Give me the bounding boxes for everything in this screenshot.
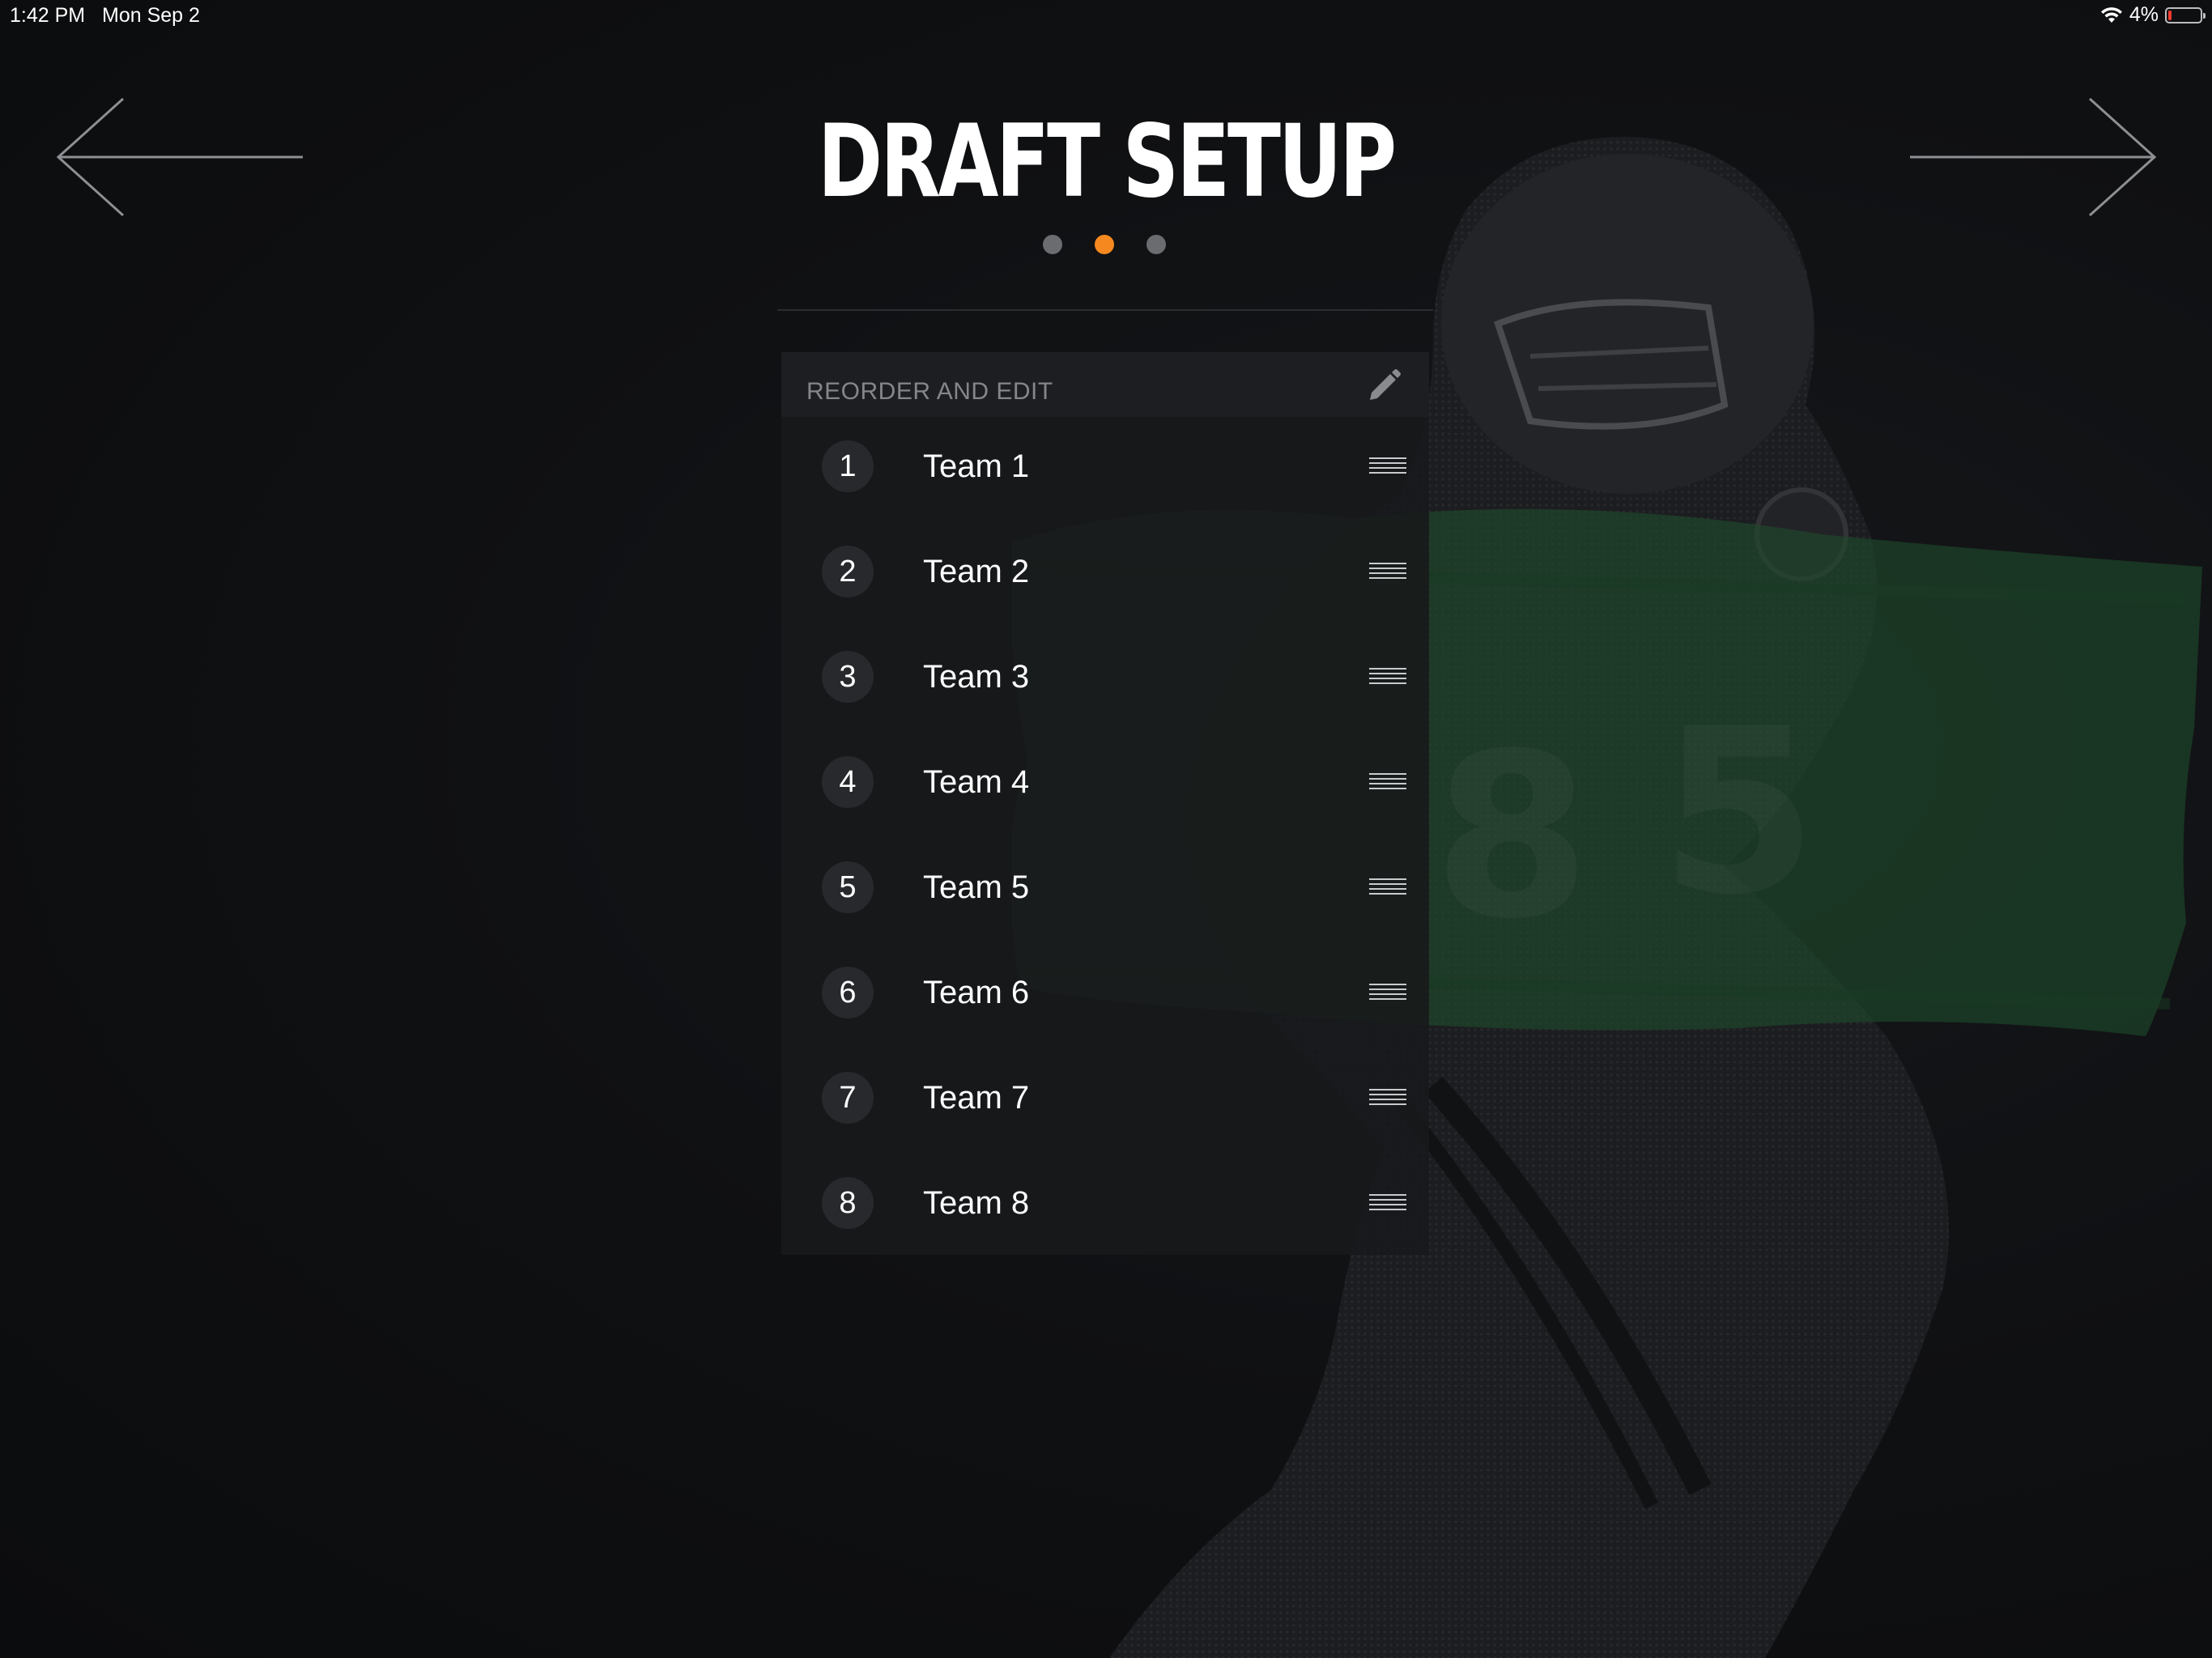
team-list: 1 Team 1 2 Team 2 3 Team 3 4 Team 4 5 Te…: [781, 415, 1429, 1257]
team-name[interactable]: Team 3: [923, 659, 1029, 695]
team-name[interactable]: Team 7: [923, 1080, 1029, 1116]
team-order-number: 3: [822, 651, 874, 703]
team-order-number: 2: [822, 546, 874, 597]
battery-level: [2168, 10, 2172, 20]
svg-text:8: 8: [1433, 705, 1591, 969]
drag-handle-icon[interactable]: [1369, 563, 1406, 580]
edit-button[interactable]: [1363, 365, 1405, 407]
team-row[interactable]: 5 Team 5: [781, 836, 1429, 942]
team-row[interactable]: 7 Team 7: [781, 1047, 1429, 1152]
team-name[interactable]: Team 4: [923, 764, 1029, 801]
team-order-number: 8: [822, 1177, 874, 1229]
team-row[interactable]: 2 Team 2: [781, 521, 1429, 626]
panel-header-label: REORDER AND EDIT: [806, 378, 1053, 405]
status-indicators: 4%: [2100, 3, 2206, 27]
team-row[interactable]: 4 Team 4: [781, 731, 1429, 836]
team-name[interactable]: Team 6: [923, 975, 1029, 1011]
drag-handle-icon[interactable]: [1369, 1089, 1406, 1107]
team-name[interactable]: Team 1: [923, 449, 1029, 485]
team-name[interactable]: Team 5: [923, 869, 1029, 906]
drag-handle-icon[interactable]: [1369, 1194, 1406, 1212]
header-divider: [777, 309, 1433, 311]
drag-handle-icon[interactable]: [1369, 984, 1406, 1001]
battery-icon: [2165, 6, 2206, 23]
team-name[interactable]: Team 2: [923, 554, 1029, 590]
step-dot-3[interactable]: [1146, 235, 1166, 254]
team-order-number: 5: [822, 861, 874, 913]
wifi-icon: [2100, 6, 2122, 23]
panel-header: REORDER AND EDIT: [781, 352, 1429, 417]
pencil-icon: [1370, 369, 1401, 400]
drag-handle-icon[interactable]: [1369, 878, 1406, 896]
svg-text:5: 5: [1660, 681, 1818, 945]
status-bar: 1:42 PM Mon Sep 2 4%: [0, 0, 2212, 29]
battery-percent: 4%: [2129, 3, 2159, 26]
team-order-number: 1: [822, 440, 874, 492]
page-title: DRAFT SETUP: [817, 104, 1397, 220]
team-order-number: 6: [822, 967, 874, 1018]
step-indicator: [1043, 235, 1166, 254]
team-name[interactable]: Team 8: [923, 1185, 1029, 1222]
drag-handle-icon[interactable]: [1369, 773, 1406, 791]
team-row[interactable]: 6 Team 6: [781, 942, 1429, 1047]
team-row[interactable]: 8 Team 8: [781, 1152, 1429, 1257]
status-date: Mon Sep 2: [102, 4, 200, 27]
team-order-number: 7: [822, 1072, 874, 1124]
step-dot-2[interactable]: [1095, 235, 1114, 254]
drag-handle-icon[interactable]: [1369, 457, 1406, 475]
reorder-panel: REORDER AND EDIT 1 Team 1 2 Team 2 3 Tea…: [781, 352, 1429, 1255]
status-time: 1:42 PM: [10, 4, 86, 27]
step-dot-1[interactable]: [1043, 235, 1062, 254]
draft-setup-screen: 1:42 PM Mon Sep 2 4% 8 5 DRAFT SETUP REO…: [0, 0, 2212, 1658]
team-row[interactable]: 3 Team 3: [781, 626, 1429, 731]
drag-handle-icon[interactable]: [1369, 668, 1406, 686]
team-order-number: 4: [822, 756, 874, 808]
team-row[interactable]: 1 Team 1: [781, 415, 1429, 521]
